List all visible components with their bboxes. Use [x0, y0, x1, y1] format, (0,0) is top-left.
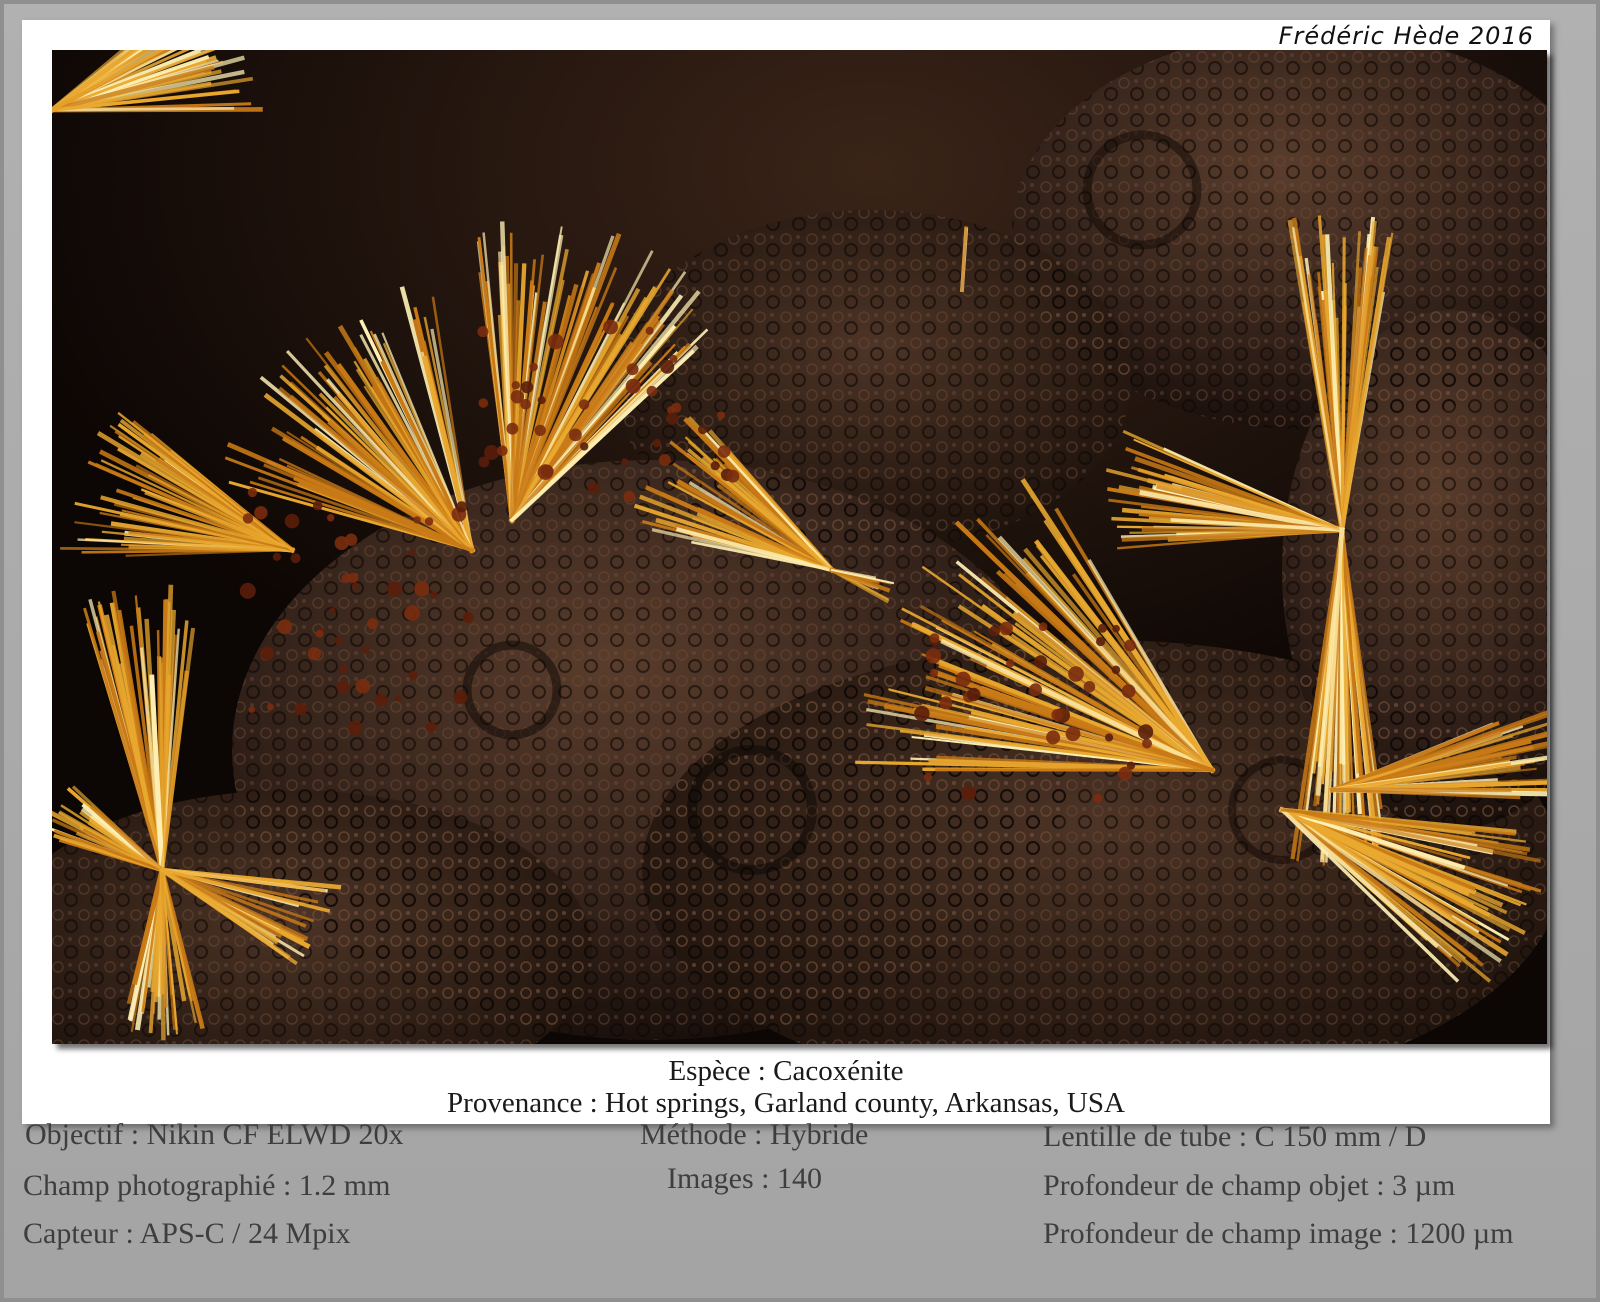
images-count-label: Images : 140 — [667, 1162, 822, 1195]
tube-lens-label: Lentille de tube : C 150 mm / D — [1043, 1120, 1427, 1153]
depth-image-label: Profondeur de champ image : 1200 µm — [1043, 1217, 1514, 1250]
depth-object-label: Profondeur de champ objet : 3 µm — [1043, 1169, 1456, 1202]
photographer-signature: Frédéric Hède 2016 — [1278, 22, 1534, 50]
method-label: Méthode : Hybride — [640, 1118, 869, 1151]
field-label: Champ photographié : 1.2 mm — [23, 1169, 391, 1202]
objective-label: Objectif : Nikin CF ELWD 20x — [25, 1118, 404, 1151]
species-caption: Espèce : Cacoxénite — [668, 1055, 904, 1087]
origin-caption: Provenance : Hot springs, Garland county… — [447, 1087, 1125, 1119]
sensor-label: Capteur : APS-C / 24 Mpix — [23, 1217, 351, 1250]
mineral-photo — [52, 50, 1547, 1044]
